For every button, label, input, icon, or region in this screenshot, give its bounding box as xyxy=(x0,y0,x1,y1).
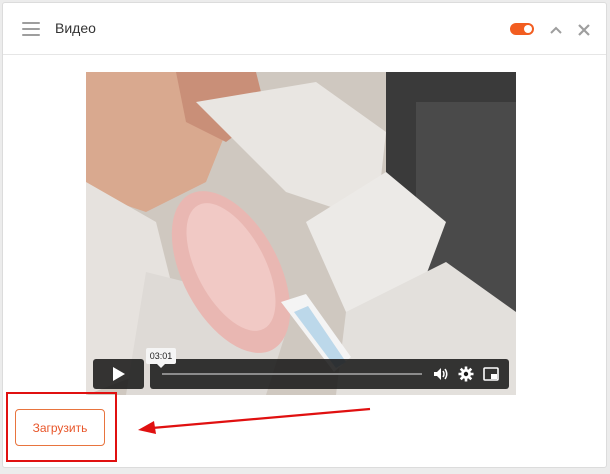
close-icon[interactable] xyxy=(577,23,591,37)
chevron-up-icon[interactable] xyxy=(550,25,562,35)
play-button[interactable] xyxy=(93,359,144,389)
upload-button[interactable]: Загрузить xyxy=(15,409,105,446)
annotation-arrow-icon xyxy=(138,407,371,434)
video-player[interactable] xyxy=(86,72,516,395)
widget-header: Видео xyxy=(3,3,606,55)
menu-icon[interactable] xyxy=(22,22,40,36)
picture-in-picture-icon[interactable] xyxy=(483,366,499,382)
control-bar xyxy=(150,359,509,389)
widget-title: Видео xyxy=(55,20,96,36)
video-frame xyxy=(86,72,516,395)
volume-icon[interactable] xyxy=(433,366,449,382)
play-icon xyxy=(113,367,125,381)
enable-toggle[interactable] xyxy=(510,23,534,35)
gear-icon[interactable] xyxy=(458,366,474,382)
progress-track[interactable] xyxy=(162,373,422,375)
toggle-knob xyxy=(524,25,532,33)
time-tooltip: 03:01 xyxy=(146,348,176,368)
